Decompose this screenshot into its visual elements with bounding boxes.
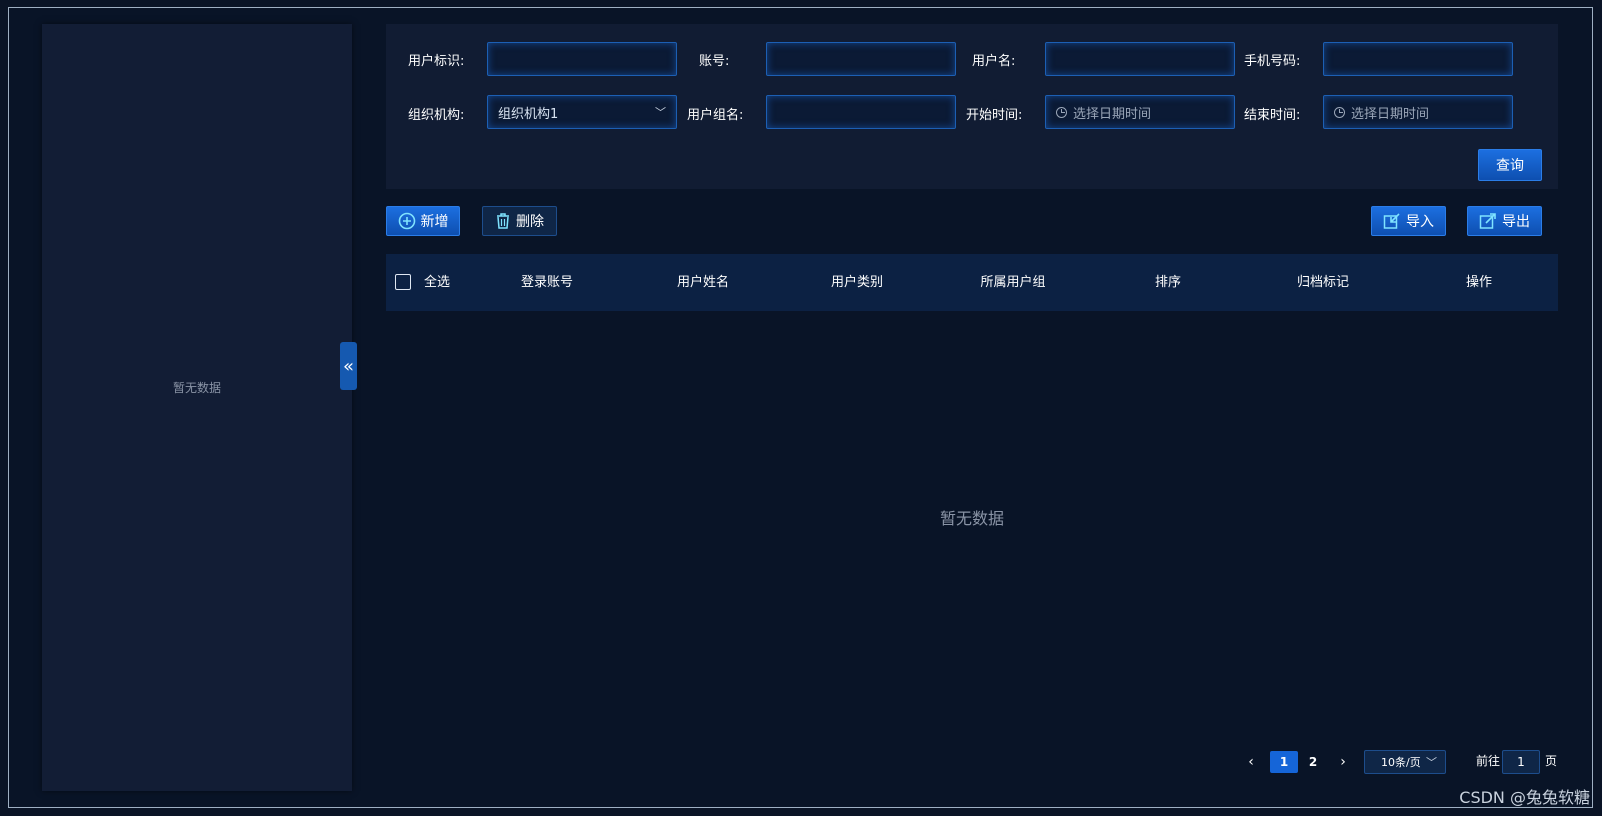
user-id-label: 用户标识: — [408, 54, 465, 69]
delete-button[interactable]: 删除 — [482, 206, 557, 236]
column-header: 登录账号 — [520, 275, 574, 290]
end-time-placeholder: 选择日期时间 — [1351, 106, 1430, 122]
column-header: 排序 — [1154, 275, 1182, 290]
user-group-label: 用户组名: — [687, 108, 744, 123]
page-size-select[interactable]: 10条/页 ﹀ — [1364, 750, 1446, 774]
tree-empty-text: 暂无数据 — [172, 381, 221, 395]
table-header: 全选 登录账号 用户姓名 用户类别 所属用户组 排序 归档标记 操作 — [386, 254, 1558, 311]
goto-suffix: 页 — [1545, 754, 1558, 768]
add-button-label: 新增 — [420, 214, 449, 230]
username-input[interactable] — [1045, 42, 1235, 76]
clock-icon — [1334, 106, 1345, 118]
column-header: 所属用户组 — [980, 275, 1046, 290]
add-button[interactable]: 新增 — [386, 206, 460, 236]
org-tree-panel: 暂无数据 — [42, 24, 352, 791]
column-header: 用户姓名 — [676, 275, 730, 290]
clock-icon — [1056, 106, 1067, 118]
select-all-label: 全选 — [423, 275, 451, 290]
query-button[interactable]: 查询 — [1478, 149, 1542, 181]
username-label: 用户名: — [972, 54, 1016, 69]
watermark: CSDN @兔兔软糖 — [1459, 788, 1590, 807]
double-chevron-left-icon: « — [342, 355, 354, 377]
org-select-value: 组织机构1 — [498, 106, 559, 122]
page-number[interactable]: 2 — [1299, 751, 1327, 773]
goto-page-input[interactable] — [1502, 750, 1540, 774]
user-group-input[interactable] — [766, 95, 956, 129]
column-header: 用户类别 — [830, 275, 884, 290]
start-time-placeholder: 选择日期时间 — [1073, 106, 1152, 122]
export-icon — [1479, 212, 1497, 230]
goto-prefix: 前往 — [1476, 754, 1501, 768]
prev-page-button[interactable]: ‹ — [1241, 751, 1261, 773]
column-header: 归档标记 — [1296, 275, 1350, 290]
export-button-label: 导出 — [1502, 214, 1530, 230]
select-all-checkbox[interactable] — [395, 274, 411, 290]
chevron-down-icon: ﹀ — [655, 106, 666, 119]
end-time-label: 结束时间: — [1244, 108, 1301, 123]
end-time-picker[interactable]: 选择日期时间 — [1323, 95, 1513, 129]
next-page-button[interactable]: › — [1333, 751, 1353, 773]
table-empty-text: 暂无数据 — [939, 509, 1004, 528]
account-label: 账号: — [699, 54, 730, 69]
export-button[interactable]: 导出 — [1467, 206, 1542, 236]
org-label: 组织机构: — [408, 108, 465, 123]
user-id-input[interactable] — [487, 42, 677, 76]
import-button-label: 导入 — [1406, 214, 1434, 230]
account-input[interactable] — [766, 42, 956, 76]
org-select[interactable]: 组织机构1 ﹀ — [487, 95, 677, 129]
delete-button-label: 删除 — [516, 214, 544, 230]
start-time-label: 开始时间: — [966, 108, 1023, 123]
page-size-value: 10条/页 — [1381, 756, 1421, 769]
column-header: 操作 — [1465, 275, 1493, 290]
chevron-down-icon: ﹀ — [1426, 756, 1437, 769]
trash-icon — [495, 212, 511, 230]
search-form: 用户标识: 账号: 用户名: 手机号码: 组织机构: 组织机构1 ﹀ 用户组名:… — [386, 24, 1558, 189]
collapse-panel-button[interactable]: « — [340, 342, 357, 390]
phone-label: 手机号码: — [1244, 54, 1301, 69]
page-number[interactable]: 1 — [1270, 751, 1298, 773]
phone-input[interactable] — [1323, 42, 1513, 76]
import-icon — [1383, 212, 1401, 230]
plus-circle-icon — [398, 212, 416, 230]
import-button[interactable]: 导入 — [1371, 206, 1446, 236]
start-time-picker[interactable]: 选择日期时间 — [1045, 95, 1235, 129]
